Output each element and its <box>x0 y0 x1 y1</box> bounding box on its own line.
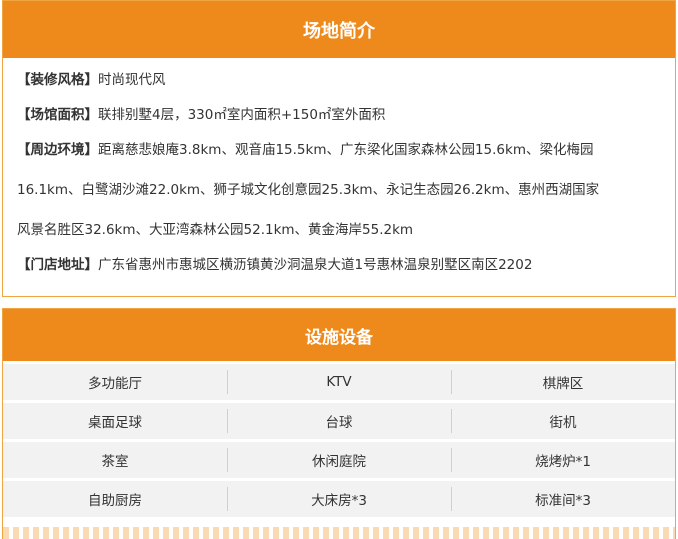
facility-cell: 大床房*3 <box>227 481 451 517</box>
facility-cell: 自助厨房 <box>88 493 142 509</box>
facility-cell: 街机 <box>451 403 675 439</box>
decor-style-line: 【装修风格】时尚现代风 <box>17 70 661 90</box>
venue-area-label: 【场馆面积】 <box>17 107 98 123</box>
venue-area-line: 【场馆面积】联排别墅4层，330㎡室内面积+150㎡室外面积 <box>17 105 661 125</box>
facilities-title: 设施设备 <box>305 327 373 348</box>
facility-cell: 烧烤炉*1 <box>451 442 675 478</box>
surroundings-label: 【周边环境】 <box>17 142 98 158</box>
facility-row: 多功能厅 KTV 棋牌区 <box>3 364 675 400</box>
facility-row: 桌面足球 台球 街机 <box>3 403 675 439</box>
facility-cell: 标准间*3 <box>451 481 675 517</box>
venue-area-value: 联排别墅4层，330㎡室内面积+150㎡室外面积 <box>98 107 386 123</box>
decor-style-value: 时尚现代风 <box>98 72 166 88</box>
address-value: 广东省惠州市惠城区横沥镇黄沙洞温泉大道1号惠林温泉别墅区南区2202 <box>98 257 533 273</box>
intro-body: 【装修风格】时尚现代风 【场馆面积】联排别墅4层，330㎡室内面积+150㎡室外… <box>3 58 675 275</box>
intro-title: 场地简介 <box>303 20 375 42</box>
surroundings-line-2: 16.1km、白鹭湖沙滩22.0km、狮子城文化创意园25.3km、永记生态园2… <box>17 180 661 200</box>
facility-cell: 桌面足球 <box>88 415 142 431</box>
facility-row: 茶室 休闲庭院 烧烤炉*1 <box>3 442 675 478</box>
facilities-table: 多功能厅 KTV 棋牌区 桌面足球 台球 街机 茶室 休闲庭院 烧烤炉*1 自助… <box>3 364 675 517</box>
intro-header: 场地简介 <box>3 1 675 58</box>
facility-cell: KTV <box>227 364 451 400</box>
surroundings-line-3: 风景名胜区32.6km、大亚湾森林公园52.1km、黄金海岸55.2km <box>17 220 661 240</box>
surroundings-text-3: 风景名胜区32.6km、大亚湾森林公园52.1km、黄金海岸55.2km <box>17 222 414 238</box>
intro-card: 场地简介 【装修风格】时尚现代风 【场馆面积】联排别墅4层，330㎡室内面积+1… <box>2 0 676 297</box>
surroundings-text-2: 16.1km、白鹭湖沙滩22.0km、狮子城文化创意园25.3km、永记生态园2… <box>17 182 600 198</box>
facility-cell: 台球 <box>227 403 451 439</box>
decor-style-label: 【装修风格】 <box>17 72 98 88</box>
facility-cell: 茶室 <box>101 454 129 470</box>
surroundings-text-1: 距离慈悲娘庵3.8km、观音庙15.5km、广东梁化国家森林公园15.6km、梁… <box>98 142 594 158</box>
facility-row: 自助厨房 大床房*3 标准间*3 <box>3 481 675 517</box>
facility-cell: 休闲庭院 <box>227 442 451 478</box>
surroundings-block: 【周边环境】距离慈悲娘庵3.8km、观音庙15.5km、广东梁化国家森林公园15… <box>17 140 661 240</box>
surroundings-line-1: 【周边环境】距离慈悲娘庵3.8km、观音庙15.5km、广东梁化国家森林公园15… <box>17 140 661 160</box>
dashed-divider <box>3 527 675 539</box>
facilities-card: 设施设备 多功能厅 KTV 棋牌区 桌面足球 台球 街机 茶室 休闲庭院 烧烤炉… <box>2 308 676 539</box>
address-label: 【门店地址】 <box>17 257 98 273</box>
facility-cell: 棋牌区 <box>451 364 675 400</box>
facility-cell: 多功能厅 <box>88 376 142 392</box>
address-line: 【门店地址】广东省惠州市惠城区横沥镇黄沙洞温泉大道1号惠林温泉别墅区南区2202 <box>17 255 661 275</box>
facilities-header: 设施设备 <box>3 309 675 361</box>
